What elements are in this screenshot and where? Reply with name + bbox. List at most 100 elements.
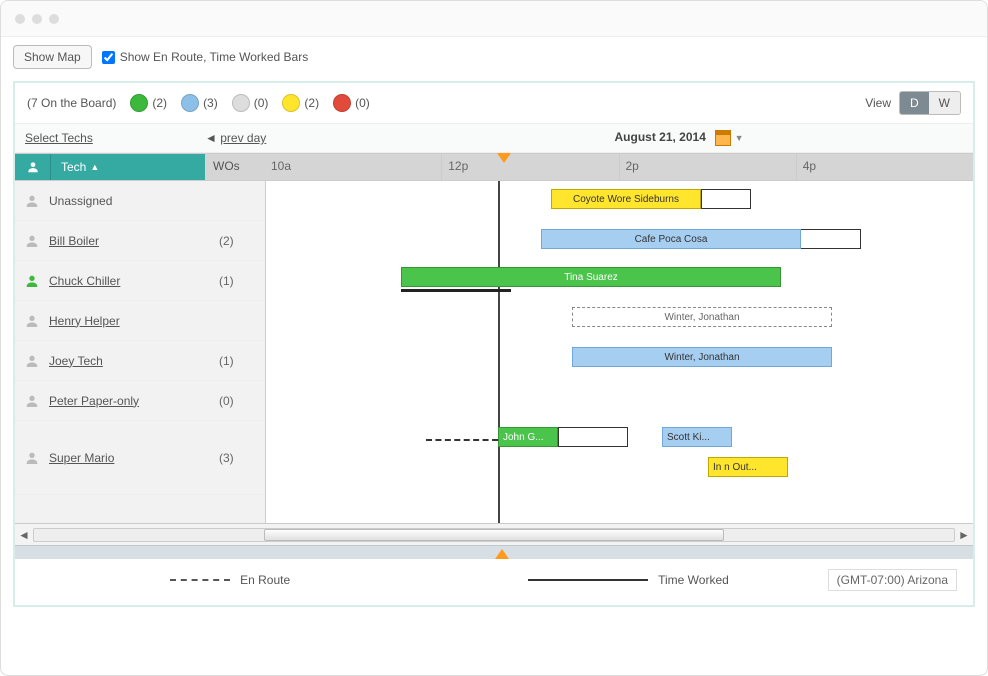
on-board-count: (7 On the Board) bbox=[27, 96, 116, 110]
worked-legend-icon bbox=[528, 579, 648, 581]
wo-count: (2) bbox=[211, 234, 261, 248]
now-marker-bottom-icon bbox=[495, 549, 509, 559]
app-window: Show Map Show En Route, Time Worked Bars… bbox=[0, 0, 988, 676]
job-bar[interactable]: Scott Ki... bbox=[662, 427, 732, 447]
tech-column-header[interactable]: Tech ▲ bbox=[51, 154, 205, 180]
schedule-body: Unassigned Bill Boiler (2) Chuck Chiller… bbox=[15, 181, 973, 523]
view-week-button[interactable]: W bbox=[929, 92, 960, 114]
show-bars-checkbox-label[interactable]: Show En Route, Time Worked Bars bbox=[102, 50, 309, 64]
person-icon bbox=[19, 273, 45, 289]
person-icon bbox=[19, 353, 45, 369]
tech-icon-header[interactable] bbox=[15, 154, 51, 180]
job-bar-extension[interactable] bbox=[701, 189, 751, 209]
schedule-panel: (7 On the Board) (2) (3) (0) (2) bbox=[13, 81, 975, 607]
tech-name-link[interactable]: Bill Boiler bbox=[49, 234, 99, 248]
tech-list: Unassigned Bill Boiler (2) Chuck Chiller… bbox=[15, 181, 265, 523]
tech-row[interactable]: Henry Helper bbox=[15, 301, 265, 341]
now-line bbox=[498, 181, 500, 523]
toolbar: Show Map Show En Route, Time Worked Bars bbox=[1, 37, 987, 77]
window-titlebar bbox=[1, 1, 987, 37]
select-techs-link[interactable]: Select Techs bbox=[25, 131, 93, 145]
window-dot bbox=[15, 14, 25, 24]
show-bars-checkbox[interactable] bbox=[102, 51, 115, 64]
tech-name-text: Unassigned bbox=[49, 194, 112, 208]
timeline-header: 10a 12p 2p 4p bbox=[265, 154, 973, 180]
status-gray[interactable]: (0) bbox=[232, 94, 269, 112]
bottom-marker-row bbox=[15, 545, 973, 559]
window-dot bbox=[49, 14, 59, 24]
calendar-icon[interactable] bbox=[715, 130, 731, 146]
grid-header: Tech ▲ WOs 10a 12p 2p 4p bbox=[15, 153, 973, 181]
window-dot bbox=[32, 14, 42, 24]
time-slot: 12p bbox=[441, 154, 618, 180]
tech-row[interactable]: Bill Boiler (2) bbox=[15, 221, 265, 261]
enroute-legend-icon bbox=[170, 579, 230, 581]
tech-name-link[interactable]: Henry Helper bbox=[49, 314, 120, 328]
job-bar[interactable]: Cafe Poca Cosa bbox=[541, 229, 801, 249]
tech-row[interactable]: Chuck Chiller (1) bbox=[15, 261, 265, 301]
status-red[interactable]: (0) bbox=[333, 94, 370, 112]
tech-row[interactable]: Peter Paper-only (0) bbox=[15, 381, 265, 421]
time-slot: 4p bbox=[796, 154, 973, 180]
time-slot: 2p bbox=[619, 154, 796, 180]
status-dot-icon bbox=[232, 94, 250, 112]
job-bar[interactable]: John G... bbox=[498, 427, 558, 447]
tech-name-link[interactable]: Super Mario bbox=[49, 451, 114, 465]
job-bar[interactable]: Coyote Wore Sideburns bbox=[551, 189, 701, 209]
job-bar-extension[interactable] bbox=[558, 427, 628, 447]
wo-count: (1) bbox=[211, 274, 261, 288]
tech-name-link[interactable]: Joey Tech bbox=[49, 354, 103, 368]
status-dot-icon bbox=[333, 94, 351, 112]
job-bar[interactable]: Winter, Jonathan bbox=[572, 347, 832, 367]
prev-arrow-icon[interactable]: ◄ bbox=[205, 131, 217, 145]
date-nav-row: Select Techs ◄ prev day August 21, 2014 … bbox=[15, 124, 973, 153]
job-bar[interactable]: Tina Suarez bbox=[401, 267, 781, 287]
tech-row-unassigned[interactable]: Unassigned bbox=[15, 181, 265, 221]
status-dot-icon bbox=[181, 94, 199, 112]
now-marker-top-icon bbox=[497, 153, 511, 163]
wo-count: (0) bbox=[211, 394, 261, 408]
en-route-bar bbox=[426, 439, 498, 441]
tech-name-link[interactable]: Chuck Chiller bbox=[49, 274, 120, 288]
spacer bbox=[15, 495, 265, 523]
status-yellow[interactable]: (2) bbox=[282, 94, 319, 112]
job-bar[interactable]: In n Out... bbox=[708, 457, 788, 477]
horizontal-scrollbar[interactable]: ◄ ► bbox=[15, 523, 973, 545]
time-worked-bar bbox=[401, 289, 511, 292]
wo-count: (1) bbox=[211, 354, 261, 368]
job-bar-placeholder[interactable]: Winter, Jonathan bbox=[572, 307, 832, 327]
status-dot-icon bbox=[282, 94, 300, 112]
job-bar-extension[interactable] bbox=[801, 229, 861, 249]
status-blue[interactable]: (3) bbox=[181, 94, 218, 112]
summary-bar: (7 On the Board) (2) (3) (0) (2) bbox=[15, 83, 973, 124]
sort-asc-icon: ▲ bbox=[90, 162, 99, 172]
person-icon bbox=[19, 193, 45, 209]
status-dot-icon bbox=[130, 94, 148, 112]
person-icon bbox=[19, 233, 45, 249]
view-toggle: D W bbox=[899, 91, 961, 115]
show-bars-text: Show En Route, Time Worked Bars bbox=[120, 50, 309, 64]
scroll-track[interactable] bbox=[33, 528, 955, 542]
tech-name-link[interactable]: Peter Paper-only bbox=[49, 394, 139, 408]
view-label: View bbox=[865, 96, 891, 110]
scroll-right-icon[interactable]: ► bbox=[955, 528, 973, 542]
view-day-button[interactable]: D bbox=[900, 92, 929, 114]
person-icon bbox=[19, 313, 45, 329]
person-icon bbox=[19, 450, 45, 466]
wo-column-header[interactable]: WOs bbox=[205, 154, 265, 180]
scroll-thumb[interactable] bbox=[264, 529, 724, 541]
show-map-button[interactable]: Show Map bbox=[13, 45, 92, 69]
legend-enroute-label: En Route bbox=[240, 573, 290, 587]
wo-count: (3) bbox=[211, 451, 261, 465]
tech-row[interactable]: Super Mario (3) bbox=[15, 421, 265, 495]
status-green[interactable]: (2) bbox=[130, 94, 167, 112]
current-date: August 21, 2014 bbox=[615, 130, 706, 144]
scroll-left-icon[interactable]: ◄ bbox=[15, 528, 33, 542]
dropdown-arrow-icon[interactable]: ▼ bbox=[735, 133, 744, 143]
legend-worked-label: Time Worked bbox=[658, 573, 729, 587]
timeline-grid[interactable]: Coyote Wore Sideburns Cafe Poca Cosa Tin… bbox=[265, 181, 973, 523]
person-icon bbox=[19, 393, 45, 409]
prev-day-link[interactable]: prev day bbox=[220, 131, 266, 145]
tech-row[interactable]: Joey Tech (1) bbox=[15, 341, 265, 381]
legend-row: En Route Time Worked (GMT-07:00) Arizona bbox=[15, 559, 973, 605]
